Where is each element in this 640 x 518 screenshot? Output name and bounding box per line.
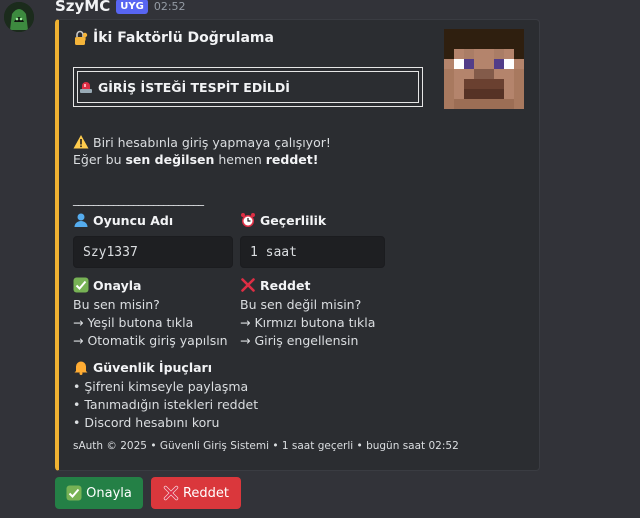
timestamp[interactable]: 02:52	[154, 0, 186, 13]
embed-title-text: İki Faktörlü Doğrulama	[93, 30, 274, 46]
warning-icon	[73, 135, 89, 149]
warning-text: Biri hesabınla giriş yapmaya çalışıyor!	[93, 134, 331, 150]
alarm-clock-icon	[241, 213, 255, 227]
approve-line: → Yeşil butona tıkla	[73, 315, 194, 330]
line-text: Eğer bu	[73, 152, 126, 167]
hooded-figure-avatar-icon	[4, 2, 34, 32]
line-text: hemen	[214, 152, 266, 167]
cross-mark-icon	[241, 278, 255, 292]
field-label: Oyuncu Adı	[93, 212, 174, 228]
divider-line: __________________________	[73, 192, 204, 206]
app-badge: UYG	[116, 0, 148, 14]
reject-button[interactable]: Reddet	[151, 477, 241, 509]
reject-description: Bu sen değil misin? → Kırmızı butona tık…	[240, 296, 375, 350]
alert-text: GİRİŞ İSTEĞİ TESPİT EDİLDİ	[98, 79, 290, 95]
reject-line: Bu sen değil misin?	[240, 297, 362, 312]
field-approve: Onayla	[73, 277, 141, 293]
user-silhouette-icon	[74, 213, 88, 227]
cross-mark-icon	[163, 485, 179, 501]
reject-line: → Kırmızı butona tıkla	[240, 315, 376, 330]
approve-line: → Otomatik giriş yapılsın	[73, 333, 228, 348]
approve-button[interactable]: Onayla	[55, 477, 143, 509]
validity-value[interactable]: 1 saat	[240, 236, 385, 268]
line-bold-text: sen değilsen	[125, 152, 215, 167]
embed-title: İki Faktörlü Doğrulama	[73, 30, 274, 46]
field-label: Geçerlilik	[260, 212, 327, 228]
reject-button-label: Reddet	[182, 485, 230, 501]
field-validity: Geçerlilik	[240, 212, 326, 228]
field-reject: Reddet	[240, 277, 310, 293]
approve-button-label: Onayla	[86, 485, 132, 501]
field-player-name: Oyuncu Adı	[73, 212, 173, 228]
line-bold-text: reddet!	[265, 152, 319, 167]
security-tips-list: • Şifreni kimseyle paylaşma • Tanımadığı…	[73, 378, 258, 432]
police-light-icon	[80, 82, 92, 93]
approve-description: Bu sen misin? → Yeşil butona tıkla → Oto…	[73, 296, 228, 350]
field-security-tips: Güvenlik İpuçları	[73, 359, 212, 375]
message-header: SzyMC UYG 02:52	[55, 0, 186, 16]
embed-footer: sAuth © 2025 • Güvenli Giriş Sistemi • 1…	[73, 440, 459, 452]
lock-with-key-icon	[75, 30, 88, 45]
minecraft-skin-thumbnail[interactable]	[444, 29, 524, 109]
alert-banner: GİRİŞ İSTEĞİ TESPİT EDİLDİ	[73, 67, 423, 107]
username[interactable]: SzyMC	[55, 0, 110, 15]
reject-line: → Giriş engellensin	[240, 333, 359, 348]
tip-item: • Tanımadığın istekleri reddet	[73, 397, 259, 412]
player-name-value[interactable]: Szy1337	[73, 236, 233, 268]
bell-icon	[74, 361, 88, 375]
check-mark-button-icon	[66, 485, 82, 501]
field-label: Güvenlik İpuçları	[93, 359, 212, 375]
embed-card: İki Faktörlü Doğrulama GİRİŞ İSTEĞİ TESP…	[55, 19, 540, 471]
warning-line: Biri hesabınla giriş yapmaya çalışıyor!	[73, 134, 331, 150]
approve-line: Bu sen misin?	[73, 297, 160, 312]
field-label: Reddet	[260, 277, 311, 293]
bot-avatar[interactable]	[4, 2, 34, 32]
reject-instruction-line: Eğer bu sen değilsen hemen reddet!	[73, 152, 318, 167]
check-mark-button-icon	[73, 277, 89, 293]
field-label: Onayla	[93, 277, 142, 293]
tip-item: • Şifreni kimseyle paylaşma	[73, 379, 249, 394]
tip-item: • Discord hesabını koru	[73, 415, 220, 430]
